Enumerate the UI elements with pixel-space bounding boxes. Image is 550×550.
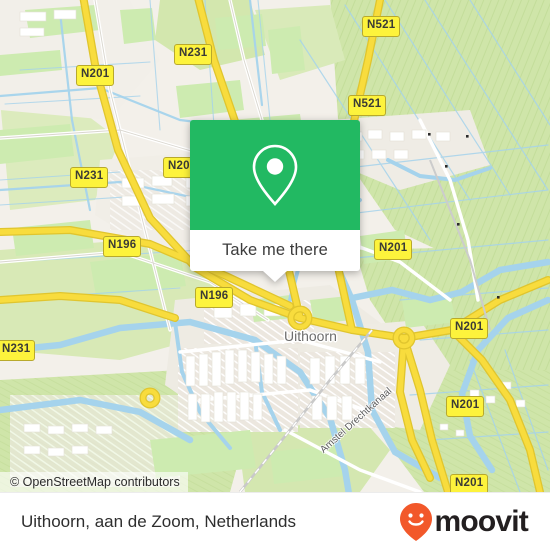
road-shield: N196 — [195, 287, 234, 308]
footer-bar: Uithoorn, aan de Zoom, Netherlands moovi… — [0, 492, 550, 550]
road-shield: N231 — [70, 167, 109, 188]
location-title: Uithoorn, aan de Zoom, Netherlands — [21, 511, 296, 531]
road-shield: N521 — [362, 16, 401, 37]
popup-marker-area — [190, 120, 360, 230]
road-shield: N201 — [446, 396, 485, 417]
road-shield: N201 — [450, 318, 489, 339]
road-shield: N231 — [0, 340, 36, 361]
map-pin-icon — [252, 144, 298, 206]
road-shield: N201 — [374, 239, 413, 260]
place-label: Uithoorn — [284, 328, 337, 344]
road-shield: N201 — [76, 65, 115, 86]
road-shield: N521 — [348, 95, 387, 116]
moovit-wordmark: moovit — [434, 504, 528, 538]
moovit-pin-smiley-icon — [400, 502, 433, 541]
osm-attribution-text: © OpenStreetMap contributors — [10, 475, 180, 489]
popup-action-area[interactable]: Take me there — [190, 230, 360, 282]
road-shield: N231 — [174, 44, 213, 65]
destination-popup-card[interactable]: Take me there — [190, 120, 360, 282]
osm-attribution[interactable]: © OpenStreetMap contributors — [0, 472, 188, 492]
map-viewport[interactable]: N201 N231 N521 N521 N231 N201 N196 N196 N201 N201… — [0, 0, 550, 492]
road-shield: N201 — [450, 474, 489, 492]
take-me-there-label: Take me there — [222, 241, 328, 259]
popup-tail — [263, 271, 287, 282]
moovit-logo[interactable]: moovit — [399, 502, 529, 542]
map-screenshot: N201 N231 N521 N521 N231 N201 N196 N196 N201 N201… — [0, 0, 550, 550]
road-shield: N196 — [103, 236, 142, 257]
